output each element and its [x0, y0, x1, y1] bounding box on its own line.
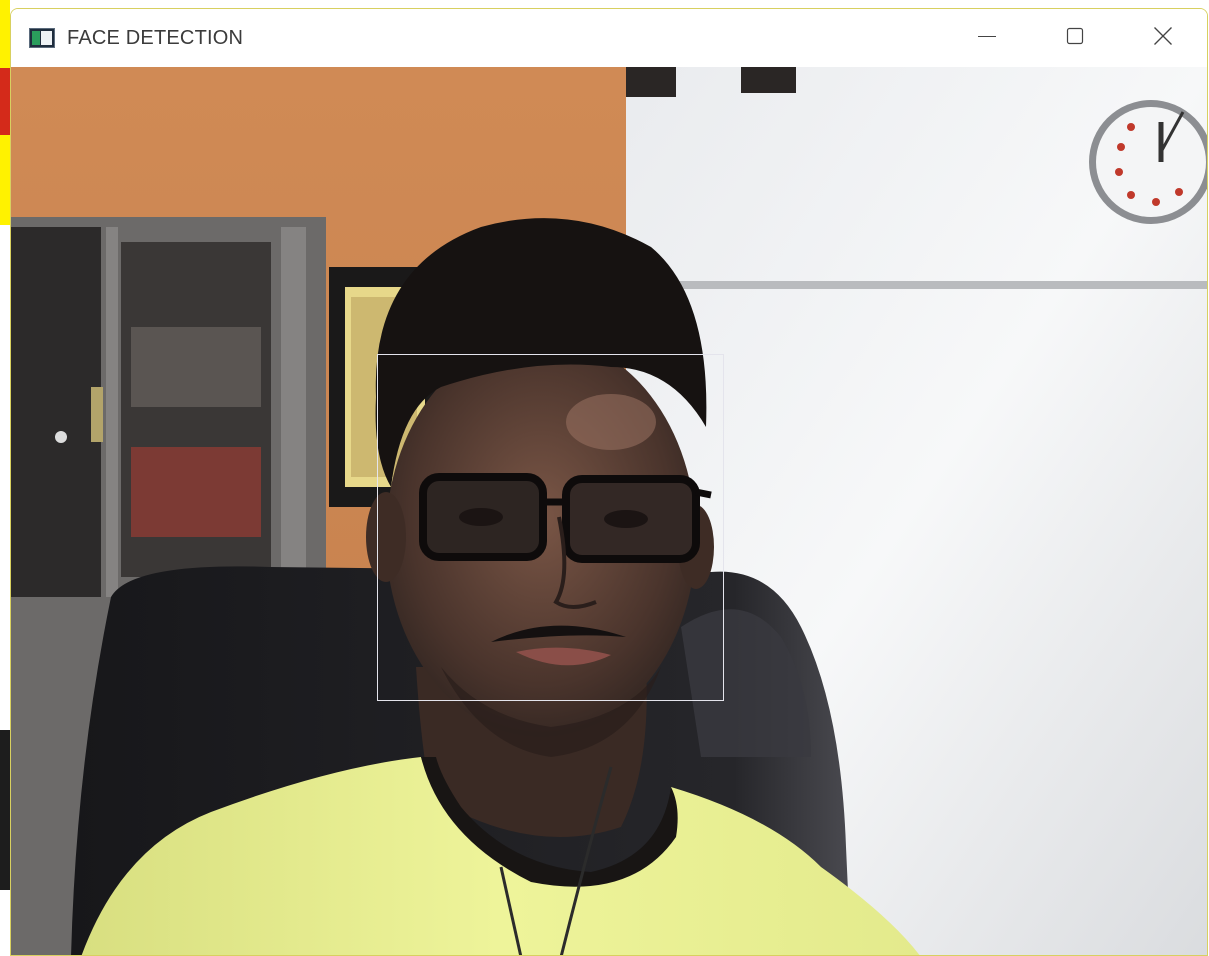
minimize-button[interactable] [943, 9, 1031, 67]
title-bar[interactable]: FACE DETECTION [11, 9, 1207, 67]
desktop-dark-strip [0, 730, 10, 890]
window-controls [943, 9, 1207, 67]
maximize-icon [1065, 26, 1085, 50]
desktop-accent-strip [0, 0, 10, 225]
app-icon [29, 28, 55, 48]
minimize-icon [977, 26, 997, 50]
wall-clock [1089, 100, 1207, 224]
close-button[interactable] [1119, 9, 1207, 67]
face-bounding-box [377, 354, 724, 701]
camera-feed [11, 67, 1207, 955]
window-title: FACE DETECTION [67, 26, 244, 49]
maximize-button[interactable] [1031, 9, 1119, 67]
face-detection-window: FACE DETECTION [10, 8, 1208, 956]
close-icon [1153, 26, 1173, 50]
